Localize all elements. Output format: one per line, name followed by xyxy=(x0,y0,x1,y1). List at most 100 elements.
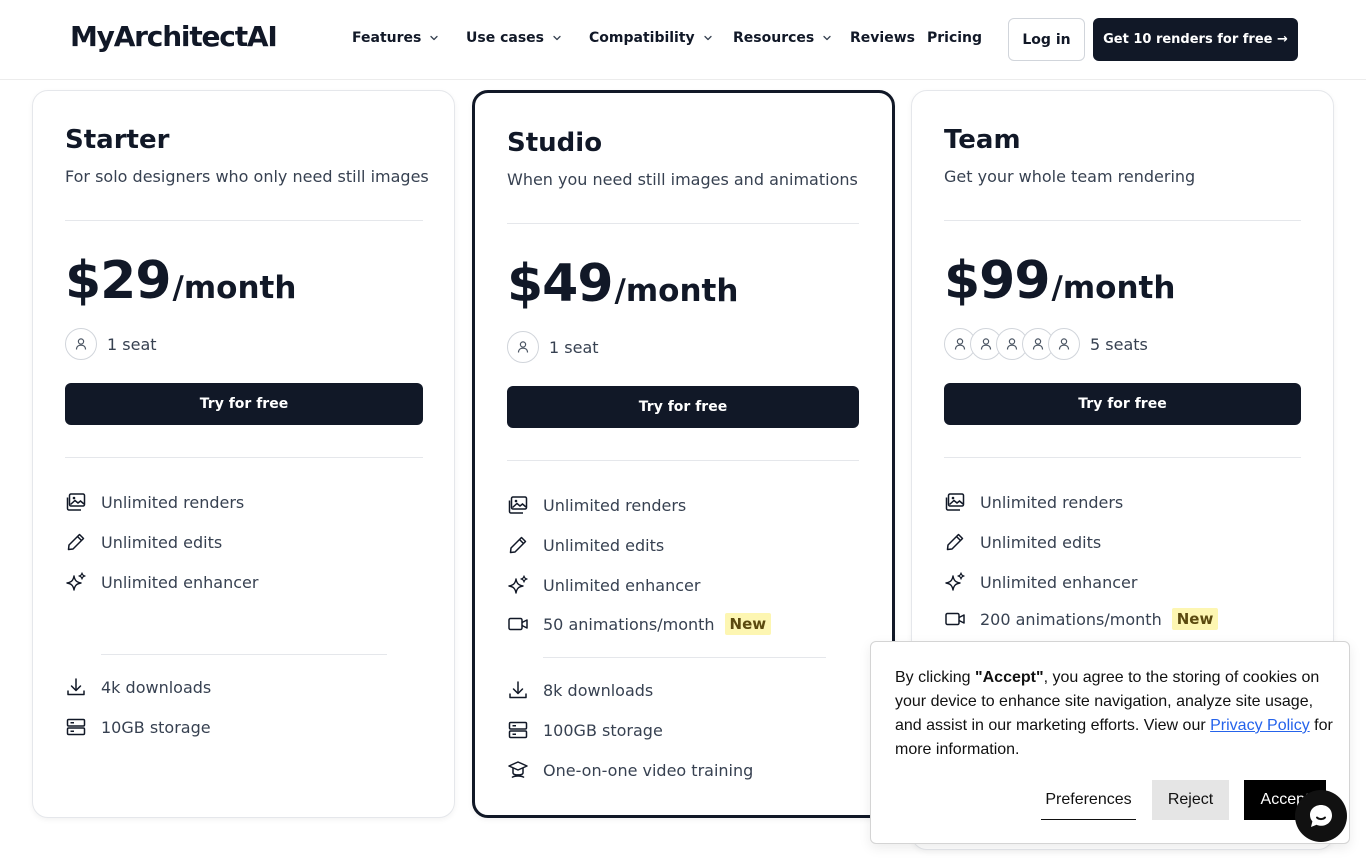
feature-item: Unlimited renders xyxy=(944,491,1123,513)
download-icon xyxy=(65,676,87,698)
chevron-down-icon xyxy=(429,33,439,43)
plan-description: For solo designers who only need still i… xyxy=(65,167,429,186)
new-badge: New xyxy=(724,613,772,635)
pencil-icon xyxy=(507,534,529,556)
nav-use-cases[interactable]: Use cases xyxy=(466,30,589,46)
feature-item: 4k downloads xyxy=(65,676,211,698)
feature-item: Unlimited renders xyxy=(507,494,686,516)
price-period: /month xyxy=(1051,270,1176,306)
user-icon xyxy=(507,331,539,363)
server-icon xyxy=(65,716,87,738)
feature-label: Unlimited enhancer xyxy=(101,572,259,592)
get-free-renders-button[interactable]: Get 10 renders for free → xyxy=(1093,18,1298,61)
price-period: /month xyxy=(172,270,297,306)
chevron-down-icon xyxy=(552,33,562,43)
plan-name: Studio xyxy=(507,128,603,158)
image-gallery-icon xyxy=(507,494,529,516)
feature-item: 10GB storage xyxy=(65,716,211,738)
main-nav: Features Use cases Compatibility Resourc… xyxy=(352,30,982,46)
preferences-button[interactable]: Preferences xyxy=(1041,780,1136,820)
try-for-free-button[interactable]: Try for free xyxy=(65,383,423,425)
divider xyxy=(507,223,859,224)
graduation-cap-icon xyxy=(507,759,529,781)
feature-label: One-on-one video training xyxy=(543,760,754,780)
try-for-free-button[interactable]: Try for free xyxy=(944,383,1301,425)
try-for-free-button[interactable]: Try for free xyxy=(507,386,859,428)
feature-label: 8k downloads xyxy=(543,680,654,700)
feature-item: Unlimited enhancer xyxy=(944,571,1137,593)
plan-price: $99 /month xyxy=(944,251,1175,311)
cookie-text-part: By clicking xyxy=(895,669,976,686)
feature-label: 50 animations/month xyxy=(543,614,715,634)
privacy-policy-link[interactable]: Privacy Policy xyxy=(1210,717,1310,734)
chevron-down-icon xyxy=(703,33,713,43)
pencil-icon xyxy=(944,531,966,553)
video-camera-icon xyxy=(944,608,966,630)
nav-features[interactable]: Features xyxy=(352,30,466,46)
feature-label: Unlimited enhancer xyxy=(543,575,701,595)
seat-label: 1 seat xyxy=(107,334,157,354)
seat-count: 1 seat xyxy=(507,331,599,363)
user-icon xyxy=(65,328,97,360)
feature-label: Unlimited renders xyxy=(980,492,1124,512)
sparkle-icon xyxy=(944,571,966,593)
nav-pricing[interactable]: Pricing xyxy=(927,30,982,46)
feature-item: 200 animations/month New xyxy=(944,608,1219,630)
divider xyxy=(65,220,423,221)
divider xyxy=(101,654,387,655)
chat-bubble-icon xyxy=(1310,805,1332,827)
divider xyxy=(944,457,1301,458)
reject-button[interactable]: Reject xyxy=(1152,780,1229,820)
server-icon xyxy=(507,719,529,741)
feature-item: Unlimited renders xyxy=(65,491,244,513)
nav-compatibility-label: Compatibility xyxy=(589,30,695,46)
feature-item: Unlimited enhancer xyxy=(65,571,258,593)
price-amount: $29 xyxy=(65,251,172,311)
nav-compatibility[interactable]: Compatibility xyxy=(589,30,733,46)
video-camera-icon xyxy=(507,613,529,635)
sparkle-icon xyxy=(507,574,529,596)
nav-resources[interactable]: Resources xyxy=(733,30,850,46)
plan-name: Starter xyxy=(65,125,170,155)
feature-item: 100GB storage xyxy=(507,719,663,741)
seat-label: 5 seats xyxy=(1090,334,1148,354)
login-button[interactable]: Log in xyxy=(1008,18,1085,61)
price-period: /month xyxy=(614,273,739,309)
plan-price: $29 /month xyxy=(65,251,296,311)
plan-price: $49 /month xyxy=(507,254,738,314)
chevron-down-icon xyxy=(822,33,832,43)
sparkle-icon xyxy=(65,571,87,593)
feature-label: Unlimited enhancer xyxy=(980,572,1138,592)
image-gallery-icon xyxy=(944,491,966,513)
feature-item: One-on-one video training xyxy=(507,759,753,781)
divider xyxy=(65,457,423,458)
feature-item: Unlimited edits xyxy=(944,531,1101,553)
feature-label: 4k downloads xyxy=(101,677,212,697)
pencil-icon xyxy=(65,531,87,553)
feature-item: Unlimited enhancer xyxy=(507,574,700,596)
image-gallery-icon xyxy=(65,491,87,513)
feature-label: 100GB storage xyxy=(543,720,663,740)
chat-widget-button[interactable] xyxy=(1295,790,1347,842)
logo[interactable]: MyArchitectAI xyxy=(70,20,278,53)
download-icon xyxy=(507,679,529,701)
plan-card-starter: Starter For solo designers who only need… xyxy=(32,90,455,818)
divider xyxy=(944,220,1301,221)
feature-item: Unlimited edits xyxy=(507,534,664,556)
feature-item: 8k downloads xyxy=(507,679,653,701)
new-badge: New xyxy=(1171,608,1219,630)
seat-label: 1 seat xyxy=(549,337,599,357)
price-amount: $49 xyxy=(507,254,614,314)
user-icon xyxy=(1048,328,1080,360)
divider xyxy=(543,657,826,658)
seat-count: 1 seat xyxy=(65,328,157,360)
feature-item: 50 animations/month New xyxy=(507,613,772,635)
feature-label: Unlimited edits xyxy=(101,532,223,552)
nav-features-label: Features xyxy=(352,30,422,46)
feature-label: Unlimited edits xyxy=(980,532,1102,552)
nav-reviews[interactable]: Reviews xyxy=(850,30,927,46)
divider xyxy=(507,460,859,461)
feature-label: 200 animations/month xyxy=(980,609,1162,629)
plan-description: Get your whole team rendering xyxy=(944,167,1196,186)
plan-description: When you need still images and animation… xyxy=(507,170,858,189)
